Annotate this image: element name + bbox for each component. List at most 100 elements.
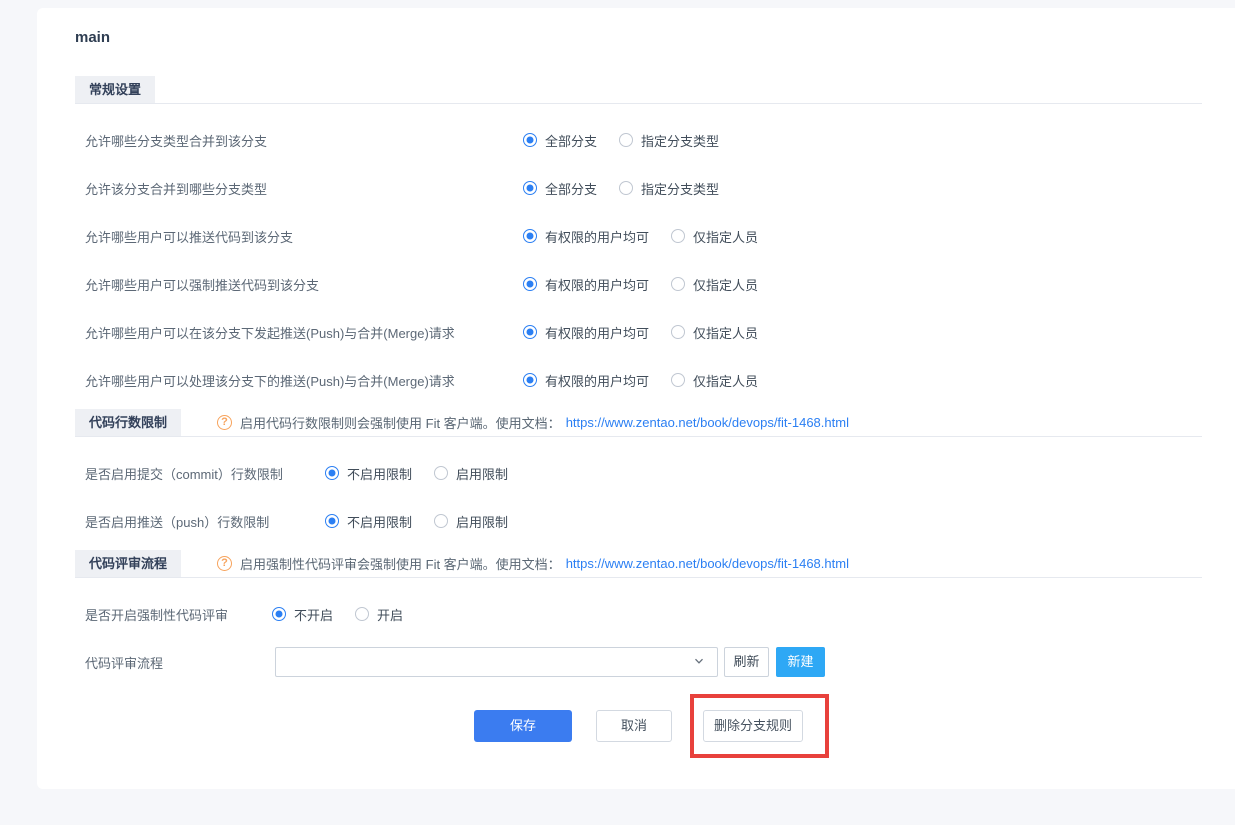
radio-group: 不开启 开启 xyxy=(272,605,425,624)
delete-branch-rule-button[interactable]: 删除分支规则 xyxy=(703,710,803,742)
hint-text: 启用强制性代码评审会强制使用 Fit 客户端。使用文档： xyxy=(240,557,561,572)
section-header-review: 代码评审流程 ? 启用强制性代码评审会强制使用 Fit 客户端。使用文档： ht… xyxy=(75,550,1202,578)
row-label: 是否开启强制性代码评审 xyxy=(85,607,229,623)
radio-option[interactable]: 仅指定人员 xyxy=(671,227,758,246)
radio-option[interactable]: 有权限的用户均可 xyxy=(523,275,649,294)
row-label: 允许哪些用户可以强制推送代码到该分支 xyxy=(85,277,320,293)
radio-group: 全部分支 指定分支类型 xyxy=(523,131,741,150)
radio-option[interactable]: 指定分支类型 xyxy=(619,179,719,198)
radio-group: 不启用限制 启用限制 xyxy=(325,512,530,531)
radio-icon[interactable] xyxy=(671,277,686,291)
radio-option[interactable]: 有权限的用户均可 xyxy=(523,227,649,246)
section-hint: ? 启用代码行数限制则会强制使用 Fit 客户端。使用文档： https://w… xyxy=(217,409,849,436)
radio-option-label: 不启用限制 xyxy=(347,514,413,530)
radio-option[interactable]: 不启用限制 xyxy=(325,512,412,531)
radio-option-label: 有权限的用户均可 xyxy=(545,229,650,245)
radio-icon[interactable] xyxy=(523,133,537,147)
row-label: 是否启用提交（commit）行数限制 xyxy=(85,466,283,482)
row-label: 代码评审流程 xyxy=(85,655,164,671)
radio-icon[interactable] xyxy=(523,229,537,243)
row-label: 允许哪些分支类型合并到该分支 xyxy=(85,133,268,149)
radio-option-label: 开启 xyxy=(377,607,404,623)
radio-option[interactable]: 有权限的用户均可 xyxy=(523,323,649,342)
radio-option[interactable]: 启用限制 xyxy=(434,464,508,483)
form-row: 允许哪些用户可以强制推送代码到该分支 有权限的用户均可 仅指定人员 xyxy=(75,260,1202,308)
radio-group: 全部分支 指定分支类型 xyxy=(523,179,741,198)
radio-option-label: 有权限的用户均可 xyxy=(545,325,650,341)
doc-link[interactable]: https://www.zentao.net/book/devops/fit-1… xyxy=(566,556,849,571)
radio-option[interactable]: 仅指定人员 xyxy=(671,371,758,390)
row-label: 允许哪些用户可以处理该分支下的推送(Push)与合并(Merge)请求 xyxy=(85,373,455,389)
form-row: 是否启用推送（push）行数限制 不启用限制 启用限制 xyxy=(75,497,1202,545)
review-workflow-select[interactable] xyxy=(275,647,718,677)
radio-option-label: 启用限制 xyxy=(456,466,509,482)
page-title: main xyxy=(75,29,111,46)
radio-option-label: 仅指定人员 xyxy=(693,229,759,245)
create-button[interactable]: 新建 xyxy=(776,647,825,677)
radio-option-label: 全部分支 xyxy=(545,181,598,197)
radio-icon[interactable] xyxy=(355,607,370,621)
radio-option[interactable]: 不开启 xyxy=(272,605,333,624)
radio-icon[interactable] xyxy=(523,373,537,387)
row-label: 允许该分支合并到哪些分支类型 xyxy=(85,181,268,197)
radio-icon[interactable] xyxy=(523,277,537,291)
hint-text: 启用代码行数限制则会强制使用 Fit 客户端。使用文档： xyxy=(240,416,561,431)
radio-option-label: 全部分支 xyxy=(545,133,598,149)
radio-group: 有权限的用户均可 仅指定人员 xyxy=(523,275,780,294)
radio-icon[interactable] xyxy=(619,181,634,195)
settings-card: main 常规设置 允许哪些分支类型合并到该分支 全部分支 指定分支类型 允许该… xyxy=(37,8,1235,789)
radio-option[interactable]: 全部分支 xyxy=(523,131,597,150)
radio-option[interactable]: 仅指定人员 xyxy=(671,323,758,342)
radio-option[interactable]: 仅指定人员 xyxy=(671,275,758,294)
radio-option[interactable]: 启用限制 xyxy=(434,512,508,531)
section-tab-line-limit: 代码行数限制 xyxy=(75,409,182,436)
radio-icon[interactable] xyxy=(434,466,449,480)
radio-option-label: 有权限的用户均可 xyxy=(545,373,650,389)
radio-option-label: 仅指定人员 xyxy=(693,373,759,389)
radio-icon[interactable] xyxy=(671,325,686,339)
radio-option-label: 指定分支类型 xyxy=(641,181,720,197)
radio-option-label: 指定分支类型 xyxy=(641,133,720,149)
help-circle-icon: ? xyxy=(217,415,233,430)
radio-icon[interactable] xyxy=(325,514,339,528)
doc-link[interactable]: https://www.zentao.net/book/devops/fit-1… xyxy=(566,415,849,430)
section-review-rows: 是否开启强制性代码评审 不开启 开启 代码评审流程 刷新 新建 xyxy=(75,578,1202,686)
radio-option-label: 启用限制 xyxy=(456,514,509,530)
section-tab-general: 常规设置 xyxy=(75,76,156,103)
form-row: 允许哪些用户可以在该分支下发起推送(Push)与合并(Merge)请求 有权限的… xyxy=(75,308,1202,356)
form-row: 允许哪些分支类型合并到该分支 全部分支 指定分支类型 xyxy=(75,116,1202,164)
radio-icon[interactable] xyxy=(272,607,286,621)
section-hint: ? 启用强制性代码评审会强制使用 Fit 客户端。使用文档： https://w… xyxy=(217,550,849,577)
row-label: 允许哪些用户可以在该分支下发起推送(Push)与合并(Merge)请求 xyxy=(85,325,455,341)
save-button[interactable]: 保存 xyxy=(474,710,572,742)
section-general-rows: 允许哪些分支类型合并到该分支 全部分支 指定分支类型 允许该分支合并到哪些分支类… xyxy=(75,104,1202,404)
radio-group: 有权限的用户均可 仅指定人员 xyxy=(523,227,780,246)
radio-icon[interactable] xyxy=(671,229,686,243)
footer-actions: 保存 取消 删除分支规则 xyxy=(75,694,1202,758)
refresh-button[interactable]: 刷新 xyxy=(724,647,769,677)
form-row: 允许哪些用户可以处理该分支下的推送(Push)与合并(Merge)请求 有权限的… xyxy=(75,356,1202,404)
radio-option[interactable]: 开启 xyxy=(355,605,403,624)
radio-option-label: 仅指定人员 xyxy=(693,277,759,293)
delete-button-wrap: 删除分支规则 xyxy=(690,694,829,758)
radio-icon[interactable] xyxy=(619,133,634,147)
section-line-limit-rows: 是否启用提交（commit）行数限制 不启用限制 启用限制 是否启用推送（pus… xyxy=(75,437,1202,545)
radio-option[interactable]: 指定分支类型 xyxy=(619,131,719,150)
help-circle-icon: ? xyxy=(217,556,233,571)
radio-group: 有权限的用户均可 仅指定人员 xyxy=(523,323,780,342)
section-tab-review: 代码评审流程 xyxy=(75,550,182,577)
row-label: 允许哪些用户可以推送代码到该分支 xyxy=(85,229,294,245)
radio-icon[interactable] xyxy=(325,466,339,480)
row-label: 是否启用推送（push）行数限制 xyxy=(85,514,270,530)
section-header-general: 常规设置 xyxy=(75,76,1202,104)
cancel-button[interactable]: 取消 xyxy=(596,710,672,742)
radio-icon[interactable] xyxy=(434,514,449,528)
radio-option[interactable]: 有权限的用户均可 xyxy=(523,371,649,390)
radio-icon[interactable] xyxy=(523,181,537,195)
form-row: 是否开启强制性代码评审 不开启 开启 xyxy=(75,590,1202,638)
radio-option[interactable]: 全部分支 xyxy=(523,179,597,198)
radio-option[interactable]: 不启用限制 xyxy=(325,464,412,483)
radio-icon[interactable] xyxy=(523,325,537,339)
form-row: 是否启用提交（commit）行数限制 不启用限制 启用限制 xyxy=(75,449,1202,497)
radio-icon[interactable] xyxy=(671,373,686,387)
